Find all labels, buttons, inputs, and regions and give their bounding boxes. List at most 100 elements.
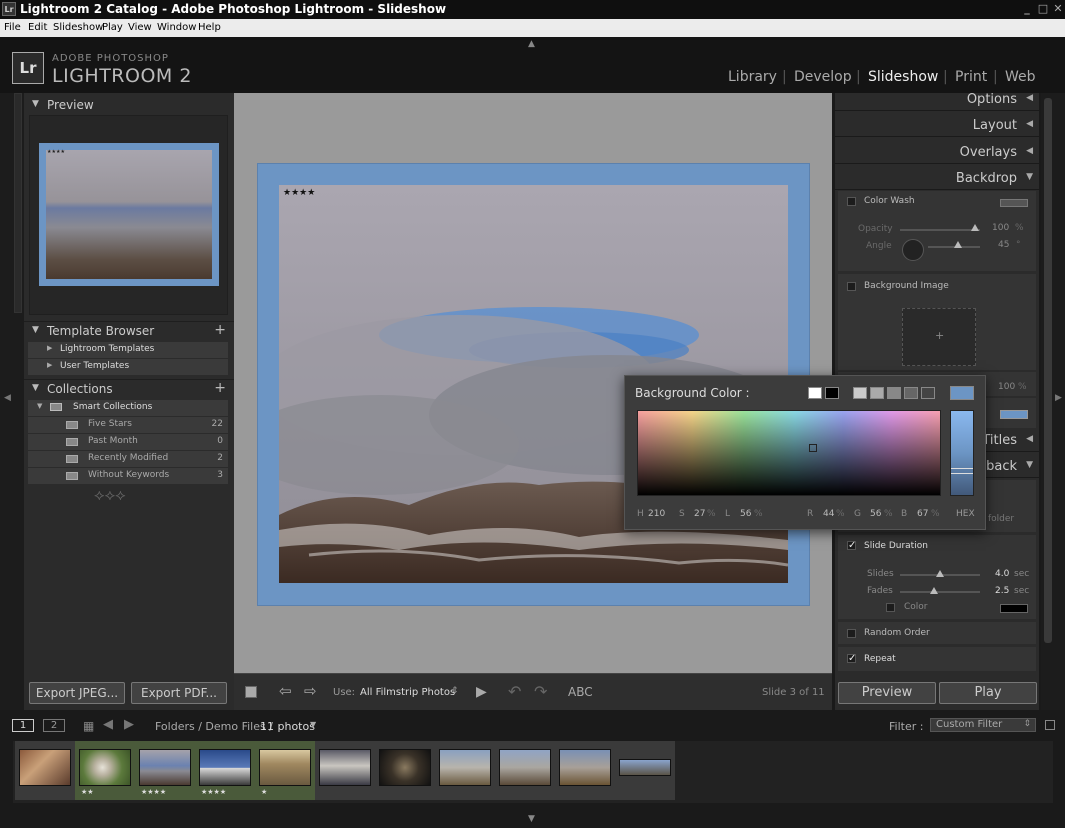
- filmstrip-thumb[interactable]: [15, 741, 75, 800]
- saturation-value[interactable]: 27: [694, 509, 705, 519]
- preview-button[interactable]: Preview: [838, 682, 936, 704]
- filmstrip-thumb[interactable]: ★★★★: [135, 741, 195, 800]
- filter-lock-icon[interactable]: [1045, 720, 1055, 730]
- luminance-value[interactable]: 56: [740, 509, 751, 519]
- module-library[interactable]: Library: [728, 69, 777, 85]
- rotate-left-icon[interactable]: ↶: [508, 682, 521, 701]
- menu-slideshow[interactable]: Slideshow: [53, 22, 103, 33]
- swatch-gray-5[interactable]: [921, 387, 935, 399]
- background-image-checkbox[interactable]: [847, 282, 856, 291]
- template-browser-header[interactable]: ▼ Template Browser +: [24, 321, 234, 339]
- slide-duration-checkbox[interactable]: ✓: [847, 541, 856, 551]
- collection-item[interactable]: Five Stars 22: [28, 417, 228, 433]
- background-color-picker[interactable]: Background Color : H 210 S 27 % L 56 % R…: [624, 375, 986, 530]
- fade-color-checkbox[interactable]: [886, 603, 895, 612]
- opacity-slider-knob[interactable]: [971, 224, 979, 231]
- menu-view[interactable]: View: [128, 22, 152, 33]
- color-wash-swatch[interactable]: [1000, 199, 1028, 207]
- source-path[interactable]: Folders / Demo Files /: [155, 720, 273, 733]
- play-button[interactable]: Play: [939, 682, 1037, 704]
- collection-item[interactable]: Without Keywords 3: [28, 468, 228, 484]
- module-web[interactable]: Web: [1005, 69, 1036, 85]
- next-slide-icon[interactable]: ⇨: [304, 682, 317, 700]
- add-collection-icon[interactable]: +: [214, 380, 226, 396]
- filmstrip-thumb[interactable]: [615, 741, 675, 800]
- stop-icon[interactable]: [245, 686, 257, 698]
- lightness-bar[interactable]: [950, 410, 974, 496]
- rotate-right-icon[interactable]: ↷: [534, 682, 547, 701]
- forward-arrow-icon[interactable]: ▶: [124, 717, 134, 732]
- minimize-icon[interactable]: _: [1020, 2, 1034, 16]
- previous-slide-icon[interactable]: ⇦: [279, 682, 292, 700]
- fades-slider[interactable]: [900, 591, 980, 593]
- swatch-black[interactable]: [825, 387, 839, 399]
- collection-set[interactable]: ▼ Smart Collections: [28, 400, 228, 416]
- blue-value[interactable]: 67: [917, 509, 928, 519]
- red-value[interactable]: 44: [823, 509, 834, 519]
- window-1-button[interactable]: 1: [12, 719, 34, 732]
- maximize-icon[interactable]: □: [1036, 2, 1050, 16]
- export-pdf-button[interactable]: Export PDF...: [131, 682, 227, 704]
- green-value[interactable]: 56: [870, 509, 881, 519]
- fades-slider-knob[interactable]: [930, 587, 938, 594]
- close-icon[interactable]: ✕: [1051, 2, 1065, 16]
- filmstrip-thumb[interactable]: [375, 741, 435, 800]
- section-options[interactable]: Options ◀: [835, 89, 1039, 111]
- filmstrip-thumb[interactable]: ★: [255, 741, 315, 800]
- menu-edit[interactable]: Edit: [28, 22, 47, 33]
- background-color-swatch[interactable]: [1000, 410, 1028, 419]
- color-wash-checkbox[interactable]: [847, 197, 856, 206]
- template-folder[interactable]: ▶ Lightroom Templates: [28, 342, 228, 358]
- filmstrip-thumb[interactable]: [495, 741, 555, 800]
- lightness-handle[interactable]: [951, 468, 973, 474]
- swatch-gray-1[interactable]: [853, 387, 867, 399]
- add-text-button[interactable]: ABC: [568, 685, 593, 699]
- collection-item[interactable]: Past Month 0: [28, 434, 228, 450]
- angle-slider-knob[interactable]: [954, 241, 962, 248]
- random-order-checkbox[interactable]: [847, 629, 856, 638]
- collections-header[interactable]: ▼ Collections +: [24, 379, 234, 397]
- section-backdrop[interactable]: Backdrop ▼: [835, 168, 1039, 190]
- collapse-left-icon[interactable]: ◀: [4, 393, 11, 403]
- opacity-slider[interactable]: [900, 229, 980, 231]
- collection-item[interactable]: Recently Modified 2: [28, 451, 228, 467]
- hex-toggle[interactable]: HEX: [956, 509, 975, 519]
- export-jpeg-button[interactable]: Export JPEG...: [29, 682, 125, 704]
- menu-window[interactable]: Window: [157, 22, 196, 33]
- window-2-button[interactable]: 2: [43, 719, 65, 732]
- swatch-gray-4[interactable]: [904, 387, 918, 399]
- module-print[interactable]: Print: [955, 69, 987, 85]
- menu-play[interactable]: Play: [102, 22, 123, 33]
- module-slideshow[interactable]: Slideshow: [868, 69, 938, 85]
- collapse-top-icon[interactable]: ▲: [528, 39, 535, 49]
- play-preview-icon[interactable]: ▶: [476, 684, 487, 700]
- module-develop[interactable]: Develop: [794, 69, 852, 85]
- source-dropdown-icon[interactable]: ▼: [310, 720, 316, 729]
- color-field[interactable]: [637, 410, 941, 496]
- updown-chevron-icon[interactable]: ⇕: [451, 686, 459, 696]
- add-template-icon[interactable]: +: [214, 322, 226, 338]
- filmstrip-thumb[interactable]: [555, 741, 615, 800]
- template-folder[interactable]: ▶ User Templates: [28, 359, 228, 375]
- collapse-right-icon[interactable]: ▶: [1055, 393, 1062, 403]
- angle-dial[interactable]: [902, 239, 924, 261]
- collapse-bottom-icon[interactable]: ▼: [528, 814, 535, 824]
- swatch-gray-3[interactable]: [887, 387, 901, 399]
- use-select[interactable]: All Filmstrip Photos: [360, 687, 455, 698]
- left-scrollbar[interactable]: [14, 93, 22, 313]
- grid-view-icon[interactable]: ▦: [83, 719, 94, 733]
- photo-count[interactable]: 11 photos: [260, 720, 315, 733]
- background-image-well[interactable]: +: [902, 308, 976, 366]
- hue-value[interactable]: 210: [648, 509, 665, 519]
- filter-select[interactable]: Custom Filter ⇕: [930, 718, 1036, 732]
- menu-help[interactable]: Help: [198, 22, 221, 33]
- fade-color-swatch[interactable]: [1000, 604, 1028, 613]
- swatch-white[interactable]: [808, 387, 822, 399]
- right-scrollbar[interactable]: [1044, 98, 1052, 643]
- menu-file[interactable]: File: [4, 22, 21, 33]
- section-layout[interactable]: Layout ◀: [835, 115, 1039, 137]
- back-arrow-icon[interactable]: ◀: [103, 717, 113, 732]
- color-field-cursor[interactable]: [809, 444, 817, 452]
- filmstrip-thumb[interactable]: [435, 741, 495, 800]
- filmstrip-thumb[interactable]: ★★: [75, 741, 135, 800]
